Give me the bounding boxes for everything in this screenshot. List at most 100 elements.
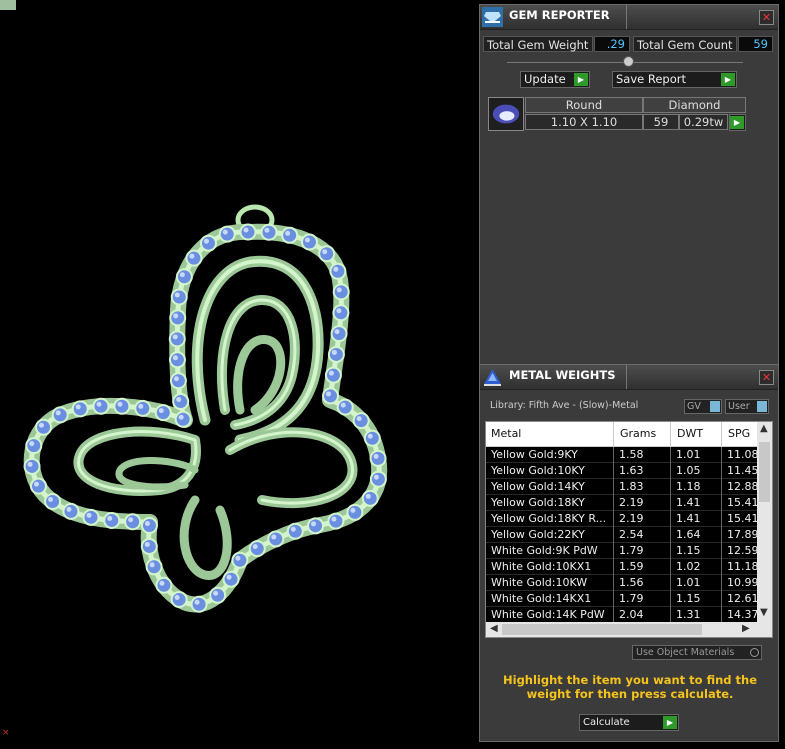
table-row[interactable]: Yellow Gold:18KY 2.19 1.41 15.41: [486, 495, 759, 511]
gem-highlight: [39, 422, 45, 428]
cell-metal: Yellow Gold:9KY: [491, 448, 578, 461]
gem-stone: [222, 570, 240, 588]
gem-highlight: [176, 397, 182, 403]
table-row[interactable]: Yellow Gold:14KY 1.83 1.18 12.88: [486, 479, 759, 495]
play-arrow-icon: ▶: [574, 73, 588, 86]
gem-stone: [346, 503, 364, 521]
cell-grams: 1.83: [619, 480, 644, 493]
gem-highlight: [334, 329, 340, 335]
scroll-left-icon[interactable]: ◀: [490, 623, 498, 634]
gem-highlight: [331, 516, 337, 522]
save-report-button-label: Save Report: [616, 72, 687, 86]
cell-spg: 14.37: [727, 608, 759, 621]
gem-highlight: [55, 410, 61, 416]
gem-highlight: [340, 402, 346, 408]
table-row[interactable]: White Gold:9K PdW 1.79 1.15 12.59: [486, 543, 759, 559]
3d-viewport[interactable]: ×: [0, 0, 478, 749]
gem-highlight: [128, 517, 134, 523]
user-toggle-label: User: [728, 401, 750, 412]
horizontal-scrollbar[interactable]: ◀ ▶: [486, 622, 772, 637]
update-button-label: Update: [524, 72, 566, 86]
gem-stone: [190, 595, 208, 613]
gem-highlight: [158, 408, 164, 414]
scrollbar-thumb[interactable]: [759, 442, 770, 502]
table-row[interactable]: Yellow Gold:22KY 2.54 1.64 17.89: [486, 527, 759, 543]
close-icon[interactable]: ✕: [759, 370, 774, 385]
cell-spg: 11.45: [727, 464, 759, 477]
gem-highlight: [178, 414, 184, 420]
cell-grams: 2.04: [619, 608, 644, 621]
vertical-scrollbar[interactable]: ▲ ▼: [757, 422, 772, 622]
gem-stone: [199, 234, 217, 252]
scroll-down-icon[interactable]: ▼: [760, 607, 768, 618]
gem-highlight: [336, 308, 342, 314]
gem-highlight: [189, 253, 195, 259]
gem-stone: [231, 551, 249, 569]
cell-metal: Yellow Gold:10KY: [491, 464, 585, 477]
column-header-metal[interactable]: Metal: [491, 427, 521, 440]
gem-stone: [307, 517, 325, 535]
table-row[interactable]: White Gold:10KW 1.56 1.01 10.99: [486, 575, 759, 591]
gem-stone: [322, 387, 340, 405]
gem-stone: [239, 223, 257, 241]
scrollbar-thumb[interactable]: [502, 624, 702, 635]
cell-spg: 12.59: [727, 544, 759, 557]
save-report-button[interactable]: Save Report ▶: [612, 71, 737, 88]
gem-highlight: [107, 515, 113, 521]
table-row[interactable]: Yellow Gold:9KY 1.58 1.01 11.08: [486, 447, 759, 463]
cell-metal: White Gold:14KX1: [491, 592, 592, 605]
table-row[interactable]: White Gold:10KX1 1.59 1.02 11.18: [486, 559, 759, 575]
gem-highlight: [350, 507, 356, 513]
metal-weights-titlebar[interactable]: METAL WEIGHTS ✕: [480, 365, 778, 390]
gem-detail-button[interactable]: ▶: [729, 114, 746, 131]
table-row[interactable]: White Gold:14KX1 1.79 1.15 12.61: [486, 591, 759, 607]
gem-stone: [363, 429, 381, 447]
cell-grams: 1.59: [619, 560, 644, 573]
metal-weights-table[interactable]: Metal Grams DWT SPG Yellow Gold:9KY 1.58 1…: [485, 421, 773, 638]
user-toggle[interactable]: User: [725, 399, 769, 414]
total-gem-count-field[interactable]: 59: [738, 36, 773, 52]
gem-stone: [361, 489, 379, 507]
scroll-up-icon[interactable]: ▲: [760, 423, 768, 434]
calculate-button[interactable]: Calculate ▶: [579, 714, 679, 731]
gem-highlight: [86, 512, 92, 518]
gem-stone: [169, 309, 187, 327]
cell-metal: White Gold:14K PdW: [491, 608, 605, 621]
close-icon[interactable]: ✕: [759, 10, 774, 25]
gem-slider-handle[interactable]: [623, 56, 634, 67]
cell-spg: 15.41: [727, 512, 759, 525]
gem-stone: [329, 262, 347, 280]
gem-stone: [51, 406, 69, 424]
gem-highlight: [365, 493, 371, 499]
column-header-dwt[interactable]: DWT: [677, 427, 703, 440]
gem-stone: [25, 437, 43, 455]
cell-dwt: 1.41: [676, 512, 701, 525]
gem-highlight: [149, 562, 155, 568]
toggle-knob-icon: [710, 401, 720, 412]
use-object-materials-toggle[interactable]: Use Object Materials: [632, 645, 762, 660]
total-gem-weight-field[interactable]: .29: [594, 36, 630, 52]
gem-stone: [248, 540, 266, 558]
gem-stone: [327, 345, 345, 363]
gem-highlight: [271, 534, 277, 540]
gem-reporter-titlebar[interactable]: GEM REPORTER ✕: [480, 5, 778, 30]
gv-toggle[interactable]: GV: [684, 399, 722, 414]
scroll-right-icon[interactable]: ▶: [742, 623, 750, 634]
gem-highlight: [138, 403, 144, 409]
gem-stone: [168, 351, 186, 369]
gem-list-item[interactable]: Round Diamond 1.10 X 1.10 59 0.29tw ▶: [488, 97, 746, 131]
cell-dwt: 1.05: [676, 464, 701, 477]
butterfly-pendant-model[interactable]: [0, 0, 478, 749]
instruction-text: Highlight the item you want to find the …: [503, 673, 757, 701]
gem-stone: [92, 397, 110, 415]
table-row[interactable]: Yellow Gold:10KY 1.63 1.05 11.45: [486, 463, 759, 479]
column-header-spg[interactable]: SPG: [728, 427, 750, 440]
table-row[interactable]: White Gold:14K PdW 2.04 1.31 14.37: [486, 607, 759, 623]
gem-highlight: [66, 506, 72, 512]
update-button[interactable]: Update ▶: [520, 71, 590, 88]
gem-stone: [174, 410, 192, 428]
gem-stone: [155, 576, 173, 594]
column-header-grams[interactable]: Grams: [620, 427, 656, 440]
table-row[interactable]: Yellow Gold:18KY R... 2.19 1.41 15.41: [486, 511, 759, 527]
gv-toggle-label: GV: [687, 401, 701, 412]
